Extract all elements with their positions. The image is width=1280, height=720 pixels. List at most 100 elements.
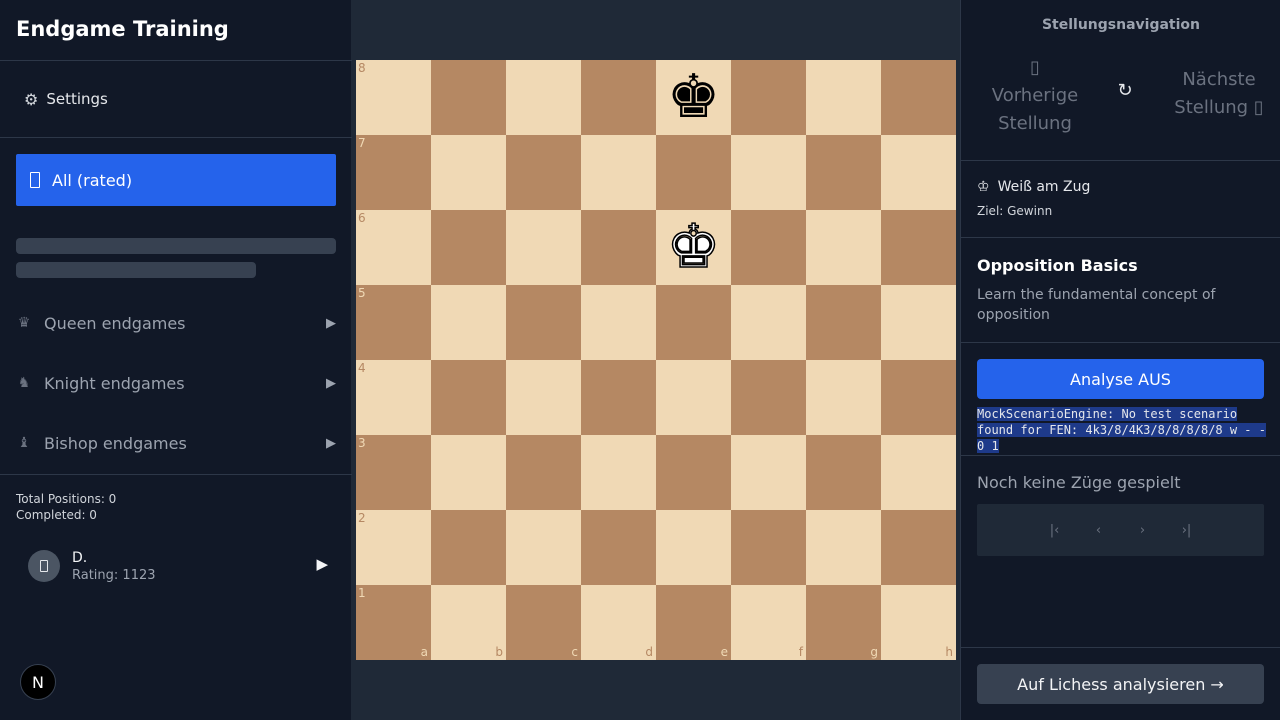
n-logo-badge[interactable]: N: [20, 664, 56, 700]
rank-label: 3: [358, 436, 366, 450]
square-h3[interactable]: [881, 435, 956, 510]
square-h1[interactable]: h: [881, 585, 956, 660]
square-b3[interactable]: [431, 435, 506, 510]
play-icon[interactable]: ▶: [316, 555, 328, 573]
square-d6[interactable]: [581, 210, 656, 285]
loading-skeleton-bar: [16, 238, 336, 254]
previous-position-button[interactable]: ▯ Vorherige Stellung: [981, 54, 1089, 138]
square-a7[interactable]: 7: [356, 135, 431, 210]
first-move-icon[interactable]: |‹: [1046, 523, 1064, 538]
engine-message: MockScenarioEngine: No test scenario fou…: [977, 406, 1267, 454]
square-f4[interactable]: [731, 360, 806, 435]
square-g1[interactable]: g: [806, 585, 881, 660]
square-f5[interactable]: [731, 285, 806, 360]
folder-icon: [30, 172, 40, 188]
square-d7[interactable]: [581, 135, 656, 210]
square-g2[interactable]: [806, 510, 881, 585]
square-h5[interactable]: [881, 285, 956, 360]
divider: [961, 342, 1280, 343]
file-label: a: [420, 645, 428, 659]
next-position-button[interactable]: Nächste Stellung ▯: [1155, 66, 1280, 122]
square-h4[interactable]: [881, 360, 956, 435]
square-d4[interactable]: [581, 360, 656, 435]
square-c1[interactable]: c: [506, 585, 581, 660]
square-g3[interactable]: [806, 435, 881, 510]
square-b5[interactable]: [431, 285, 506, 360]
square-c2[interactable]: [506, 510, 581, 585]
last-move-icon[interactable]: ›|: [1178, 523, 1196, 538]
category-bishop-endgames[interactable]: ♝ Bishop endgames ▶: [16, 428, 336, 458]
square-g6[interactable]: [806, 210, 881, 285]
square-g5[interactable]: [806, 285, 881, 360]
square-d5[interactable]: [581, 285, 656, 360]
square-h6[interactable]: [881, 210, 956, 285]
white-king-piece[interactable]: ♚: [656, 210, 731, 285]
square-a3[interactable]: 3: [356, 435, 431, 510]
app-title: Endgame Training: [16, 17, 229, 41]
analysis-toggle-button[interactable]: Analyse AUS: [977, 359, 1264, 399]
square-c8[interactable]: [506, 60, 581, 135]
square-g4[interactable]: [806, 360, 881, 435]
square-e6[interactable]: ♚: [656, 210, 731, 285]
file-label: b: [495, 645, 503, 659]
square-b2[interactable]: [431, 510, 506, 585]
next-move-icon[interactable]: ›: [1134, 523, 1152, 538]
square-e1[interactable]: e: [656, 585, 731, 660]
square-c7[interactable]: [506, 135, 581, 210]
square-a2[interactable]: 2: [356, 510, 431, 585]
turn-indicator: ♔ Weiß am Zug: [977, 179, 1090, 195]
square-h2[interactable]: [881, 510, 956, 585]
square-a8[interactable]: 8: [356, 60, 431, 135]
square-f8[interactable]: [731, 60, 806, 135]
square-f3[interactable]: [731, 435, 806, 510]
analyze-on-lichess-button[interactable]: Auf Lichess analysieren →: [977, 664, 1264, 704]
square-g7[interactable]: [806, 135, 881, 210]
square-a6[interactable]: 6: [356, 210, 431, 285]
square-b1[interactable]: b: [431, 585, 506, 660]
square-b8[interactable]: [431, 60, 506, 135]
square-d8[interactable]: [581, 60, 656, 135]
square-e4[interactable]: [656, 360, 731, 435]
square-a1[interactable]: 1a: [356, 585, 431, 660]
category-all-rated[interactable]: All (rated): [16, 154, 336, 206]
square-e5[interactable]: [656, 285, 731, 360]
square-f1[interactable]: f: [731, 585, 806, 660]
black-king-piece[interactable]: ♚: [656, 60, 731, 135]
square-a4[interactable]: 4: [356, 360, 431, 435]
category-queen-endgames[interactable]: ♛ Queen endgames ▶: [16, 308, 336, 338]
square-e3[interactable]: [656, 435, 731, 510]
square-a5[interactable]: 5: [356, 285, 431, 360]
category-label: Knight endgames: [44, 373, 185, 393]
square-c3[interactable]: [506, 435, 581, 510]
previous-move-icon[interactable]: ‹: [1090, 523, 1108, 538]
moves-status: Noch keine Züge gespielt: [977, 473, 1181, 492]
rank-label: 4: [358, 361, 366, 375]
user-icon: [40, 560, 48, 572]
square-c4[interactable]: [506, 360, 581, 435]
square-e2[interactable]: [656, 510, 731, 585]
user-profile[interactable]: D. Rating: 1123 ▶: [28, 548, 328, 584]
square-f7[interactable]: [731, 135, 806, 210]
square-c6[interactable]: [506, 210, 581, 285]
reset-icon[interactable]: ↻: [1111, 80, 1139, 101]
divider: [0, 60, 352, 61]
square-d2[interactable]: [581, 510, 656, 585]
square-e7[interactable]: [656, 135, 731, 210]
square-d3[interactable]: [581, 435, 656, 510]
square-e8[interactable]: ♚: [656, 60, 731, 135]
app-root: Endgame Training ⚙ Settings All (rated) …: [0, 0, 1280, 720]
square-h8[interactable]: [881, 60, 956, 135]
square-f2[interactable]: [731, 510, 806, 585]
square-f6[interactable]: [731, 210, 806, 285]
settings-button[interactable]: ⚙ Settings: [24, 88, 108, 110]
square-b6[interactable]: [431, 210, 506, 285]
square-c5[interactable]: [506, 285, 581, 360]
square-h7[interactable]: [881, 135, 956, 210]
square-b4[interactable]: [431, 360, 506, 435]
category-knight-endgames[interactable]: ♞ Knight endgames ▶: [16, 368, 336, 398]
square-g8[interactable]: [806, 60, 881, 135]
chess-board[interactable]: 8 ♚ 7 6 ♚ 5 4 3 2 1 a b c d e f g h: [356, 60, 956, 660]
category-label: All (rated): [52, 170, 133, 190]
square-b7[interactable]: [431, 135, 506, 210]
square-d1[interactable]: d: [581, 585, 656, 660]
